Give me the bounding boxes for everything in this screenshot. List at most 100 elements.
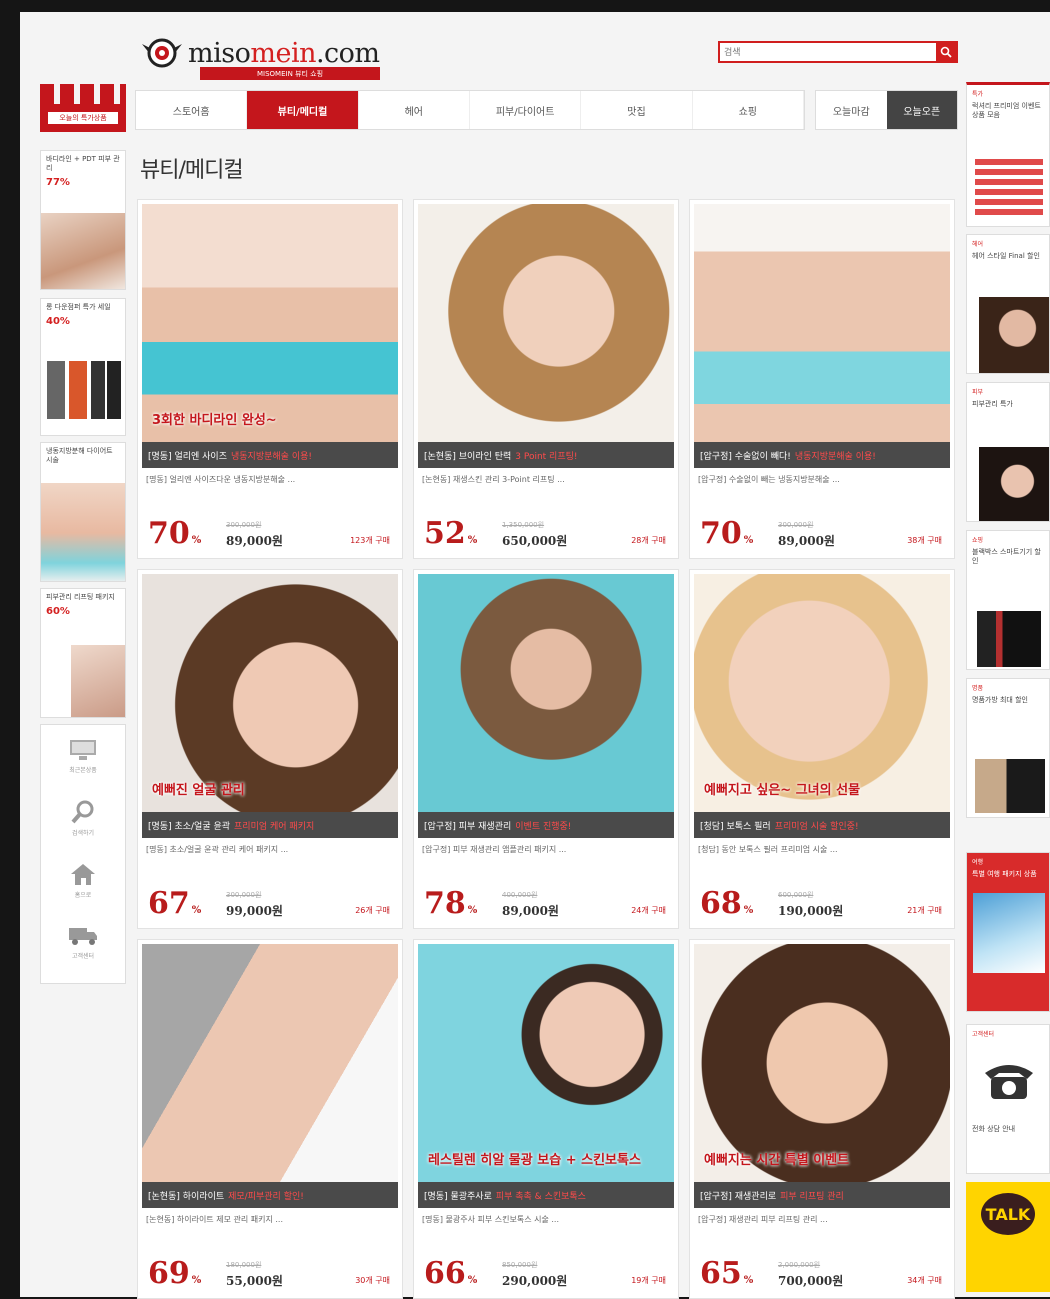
original-price: 300,000원	[226, 521, 262, 529]
quick-menu-support[interactable]: 고객센터	[41, 911, 125, 973]
search-button[interactable]	[936, 43, 956, 61]
right-ad-head: 명품	[972, 685, 984, 692]
product-card[interactable]: 예뻐지는 시간 특별 이벤트 [압구정] 재생관리로 피부 리프팅 관리 [압구정] …	[689, 939, 955, 1299]
product-image[interactable]	[694, 204, 950, 442]
sale-price: 99,000원	[226, 904, 283, 918]
monitor-icon	[70, 739, 96, 760]
product-headline-highlight: 이벤트 진행중!	[515, 821, 572, 832]
right-ad-7[interactable]: 고객센터 전화 상담 안내	[966, 1024, 1050, 1174]
product-headline-text: [논현동] 하이라이트	[148, 1191, 225, 1202]
right-ad-2[interactable]: 헤어 헤어 스타일 Final 할인	[966, 234, 1050, 374]
product-card[interactable]: [압구정] 수술없이 빼다! 냉동지방분해술 이용! [압구정] 수술없이 빼는 냉…	[689, 199, 955, 559]
nav-item-hair[interactable]: 헤어	[359, 91, 470, 129]
product-card[interactable]: 3회한 바디라인 완성~ [명동] 얼리엔 사이즈 냉동지방분해술 이용! [명동] …	[137, 199, 403, 559]
left-ad-4[interactable]: 피부관리 리프팅 패키지 60%	[40, 588, 126, 718]
product-card[interactable]: 예뻐진 얼굴 관리 [명동] 초소/얼굴 윤곽 프리미엄 케어 패키지 [명동] 초소…	[137, 569, 403, 929]
kakao-talk-banner[interactable]: TALK	[966, 1182, 1050, 1292]
product-card[interactable]: 레스틸렌 히알 물광 보습 + 스킨보톡스 [명동] 물광주사로 피부 촉촉 & 스…	[413, 939, 679, 1299]
category-nav: 스토어홈 뷰티/메디컬 헤어 피부/다이어트 맛집 쇼핑	[135, 90, 805, 130]
discount-rate: 65%	[700, 1256, 753, 1291]
quick-menu-recent[interactable]: 최근본상품	[41, 725, 125, 787]
product-description: [청담] 동안 보톡스 필러 프리미엄 시술 ...	[698, 845, 838, 854]
product-headline-text: [압구정] 피부 재생관리	[424, 821, 512, 832]
product-headline-highlight: 냉동지방분해술 이용!	[794, 451, 876, 462]
product-image[interactable]: 예뻐진 얼굴 관리	[142, 574, 398, 812]
original-price: 300,000원	[226, 891, 262, 899]
product-image[interactable]	[142, 944, 398, 1182]
product-description: [압구정] 재생관리 피부 리프팅 관리 ...	[698, 1215, 828, 1224]
tab-opening-today[interactable]: 오늘오픈	[886, 91, 957, 129]
right-ad-image	[975, 759, 1045, 813]
quick-menu-label: 고객센터	[71, 952, 95, 960]
left-ad-percent: 77%	[46, 177, 70, 189]
quick-menu-home[interactable]: 홈으로	[41, 849, 125, 911]
nav-item-shopping[interactable]: 쇼핑	[693, 91, 804, 129]
product-image[interactable]: 예뻐지는 시간 특별 이벤트	[694, 944, 950, 1182]
product-image[interactable]: 레스틸렌 히알 물광 보습 + 스킨보톡스	[418, 944, 674, 1182]
original-price: 850,000원	[502, 1261, 538, 1269]
percent-sign: %	[743, 905, 754, 916]
original-price: 2,000,000원	[778, 1261, 821, 1269]
percent-sign: %	[743, 535, 754, 546]
right-ad-text: 명품가방 최대 할인	[972, 696, 1028, 704]
product-card[interactable]: [압구정] 피부 재생관리 이벤트 진행중! [압구정] 피부 재생관리 앰플관리 …	[413, 569, 679, 929]
discount-value: 66	[424, 1256, 466, 1291]
sold-count: 19개 구매	[631, 1276, 666, 1285]
right-ad-head: 특가	[972, 91, 984, 98]
right-ad-5[interactable]: 명품 명품가방 최대 할인	[966, 678, 1050, 818]
right-ad-text: 블랙박스 스마트기기 할인	[972, 548, 1041, 566]
nav-item-beauty-medical[interactable]: 뷰티/메디컬	[247, 91, 359, 129]
logo-tagline: MISOMEIN 뷰티 쇼핑	[200, 67, 380, 80]
product-description: [명동] 물광주사 피부 스킨보톡스 시술 ...	[422, 1215, 559, 1224]
quick-menu-label: 홈으로	[74, 891, 92, 899]
product-image[interactable]	[418, 574, 674, 812]
magnifier-icon	[71, 800, 94, 823]
product-image[interactable]	[418, 204, 674, 442]
quick-menu-search[interactable]: 검색하기	[41, 787, 125, 849]
discount-value: 70	[148, 516, 190, 551]
product-image[interactable]: 3회한 바디라인 완성~	[142, 204, 398, 442]
product-headline-highlight: 프리미엄 시술 할인중!	[774, 821, 859, 832]
product-headline-text: [압구정] 재생관리로	[700, 1191, 777, 1202]
product-headline-highlight: 프리미엄 케어 패키지	[234, 821, 315, 832]
right-ad-6[interactable]: 여행 특별 여행 패키지 상품	[966, 852, 1050, 1012]
nav-item-store-home[interactable]: 스토어홈	[136, 91, 248, 129]
right-ad-head: 피부	[972, 389, 984, 396]
percent-sign: %	[467, 1275, 478, 1286]
search-input[interactable]	[720, 43, 940, 61]
right-ad-text: 전화 상담 안내	[972, 1125, 1016, 1133]
right-ad-text: 피부관리 특가	[972, 400, 1013, 408]
sale-price: 55,000원	[226, 1274, 283, 1288]
product-card[interactable]: 예뻐지고 싶은~ 그녀의 선물 [청담] 보톡스 필러 프리미엄 시술 할인중! [청…	[689, 569, 955, 929]
product-headline: [압구정] 재생관리로 피부 리프팅 관리	[694, 1182, 950, 1208]
left-ad-1[interactable]: 바디라인 + PDT 피부 관리 77%	[40, 150, 126, 290]
percent-sign: %	[743, 1275, 754, 1286]
product-image[interactable]: 예뻐지고 싶은~ 그녀의 선물	[694, 574, 950, 812]
sale-price: 290,000원	[502, 1274, 568, 1288]
left-ad-percent: 40%	[46, 316, 70, 328]
sold-count: 123개 구매	[350, 536, 390, 545]
tab-closing-today[interactable]: 오늘마감	[816, 91, 887, 129]
nav-item-food[interactable]: 맛집	[581, 91, 693, 129]
logo-emblem-icon	[140, 34, 184, 72]
left-ad-2[interactable]: 롱 다운점퍼 특가 세일 40%	[40, 298, 126, 436]
discount-value: 68	[700, 886, 742, 921]
sale-price: 89,000원	[778, 534, 835, 548]
quick-menu-label: 최근본상품	[69, 766, 97, 774]
discount-value: 52	[424, 516, 466, 551]
right-ad-1[interactable]: 특가 럭셔리 프리미엄 이벤트 상품 모음	[966, 82, 1050, 227]
original-price: 300,000원	[778, 521, 814, 529]
percent-sign: %	[191, 535, 202, 546]
sold-count: 24개 구매	[631, 906, 666, 915]
left-ad-3[interactable]: 냉동지방분해 다이어트 시술	[40, 442, 126, 582]
product-card[interactable]: [논현동] 브이라인 탄력 3 Point 리프팅! [논현동] 재생스킨 관리 3…	[413, 199, 679, 559]
right-ad-4[interactable]: 쇼핑 블랙박스 스마트기기 할인	[966, 530, 1050, 670]
right-ad-3[interactable]: 피부 피부관리 특가	[966, 382, 1050, 522]
telephone-icon	[985, 1065, 1033, 1099]
search-box	[718, 41, 958, 63]
product-headline-highlight: 냉동지방분해술 이용!	[231, 451, 312, 462]
product-card[interactable]: [논현동] 하이라이트 제모/피부관리 할인! [논현동] 하이라이트 제모 관리 …	[137, 939, 403, 1299]
daily-sale-banner[interactable]: 오늘의 특가상품	[40, 84, 126, 132]
product-sticker: 레스틸렌 히알 물광 보습 + 스킨보톡스	[428, 1153, 641, 1168]
nav-item-skin-diet[interactable]: 피부/다이어트	[470, 91, 582, 129]
